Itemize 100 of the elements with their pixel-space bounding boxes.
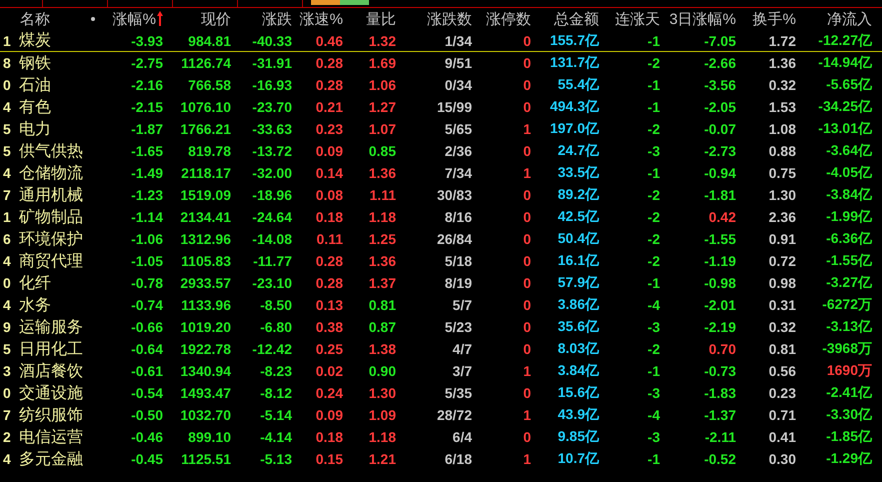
table-cell-text: -24.64 (251, 209, 292, 225)
table-cell-text: -12.42 (251, 341, 292, 357)
table-cell-text: 运输服务 (18, 318, 84, 338)
column-header[interactable]: 3日涨幅% (669, 10, 736, 28)
table-cell-text: -3968万 (821, 340, 872, 358)
table-cell-text: 50.4亿 (556, 230, 599, 248)
table-cell-text: 0.85 (368, 143, 396, 159)
table-cell-text: 1019.20 (179, 319, 231, 335)
table-cell-text: 494.3亿 (548, 98, 599, 116)
table-cell-text: -5.65亿 (825, 76, 872, 94)
table-cell-text: -0.07 (703, 121, 736, 137)
table-cell-text: 30/83 (436, 187, 472, 203)
table-cell-text: -11.77 (252, 253, 292, 269)
table-cell-text: 2933.57 (179, 275, 231, 291)
table-cell-text: -3.93 (130, 32, 163, 48)
table-cell-text: 供气供热 (18, 142, 84, 162)
table-cell-text: 0 (522, 32, 531, 48)
table-cell-text: -3.30亿 (825, 406, 872, 424)
column-header[interactable]: 现价 (201, 10, 231, 28)
table-cell-text: 0.09 (314, 143, 343, 159)
table-cell-text: -2.15 (130, 99, 163, 115)
table-cell-text: 131.7亿 (548, 54, 599, 72)
table-cell-text: 通用机械 (18, 186, 84, 206)
column-header[interactable]: 净流入 (827, 10, 872, 28)
table-cell-text: 0.18 (314, 209, 343, 225)
code-digit: 4 (2, 253, 12, 269)
table-cell-text: 0.02 (314, 363, 343, 379)
table-cell-text: 155.7亿 (548, 32, 599, 50)
table-cell-text: 1.32 (368, 32, 396, 48)
table-cell-text: 2118.17 (180, 165, 231, 181)
table-cell-text: 5/35 (444, 385, 472, 401)
table-cell-text: -23.10 (251, 275, 292, 291)
table-cell-text: -18.96 (251, 187, 292, 203)
table-cell-text: 0.46 (314, 32, 343, 48)
table-cell-text: 3.84亿 (556, 362, 599, 380)
table-cell-text: -1 (646, 451, 660, 467)
column-header[interactable]: 涨速% (300, 10, 343, 28)
table-cell-text: 0.09 (314, 407, 343, 423)
table-cell-text: 1.09 (368, 407, 396, 423)
table-cell-text: 1766.21 (179, 121, 231, 137)
table-cell-text: 0.30 (768, 451, 796, 467)
column-header[interactable]: 总金额 (554, 10, 599, 28)
table-cell-text: 0.87 (368, 319, 396, 335)
table-cell-text: -1.81 (703, 187, 736, 203)
table-cell-text: 日用化工 (18, 340, 84, 360)
table-cell-text: 1.30 (368, 385, 396, 401)
table-cell-text: -16.93 (251, 77, 292, 93)
table-cell-text: -0.61 (130, 363, 163, 379)
indicator-bar (311, 0, 369, 7)
table-cell-text: 8.03亿 (556, 340, 599, 358)
table-cell-text: 1 (522, 363, 531, 379)
table-cell-text: 1 (522, 407, 531, 423)
table-cell-text: 43.9亿 (556, 406, 599, 424)
table-cell-text: -4.05亿 (825, 164, 872, 182)
table-cell-text: 1133.96 (180, 297, 231, 313)
table-cell-text: 0.28 (314, 55, 343, 71)
table-cell-text: 1 (522, 451, 531, 467)
code-digit: 8 (2, 55, 12, 71)
table-cell-text: 26/84 (436, 231, 472, 247)
table-cell-text: -1 (646, 363, 660, 379)
code-digit: 3 (2, 363, 12, 379)
table-cell-text: -8.50 (259, 297, 292, 313)
table-cell-text: -1 (646, 165, 660, 181)
table-cell-text: 0/34 (444, 77, 472, 93)
table-cell-text: 0.25 (314, 341, 343, 357)
table-cell-text: -2.73 (703, 143, 736, 159)
table-cell-text: 9/51 (444, 55, 472, 71)
table-cell-text: 0.08 (314, 187, 343, 203)
table-cell-text: 2/36 (444, 143, 472, 159)
table-cell-text: 0.81 (768, 341, 796, 357)
column-header[interactable]: 量比 (366, 10, 396, 28)
column-header[interactable]: 涨跌 (262, 10, 292, 28)
column-header[interactable]: 连涨天 (615, 10, 660, 28)
table-cell-text: 1.36 (768, 55, 796, 71)
selected-row[interactable]: 1 煤炭 -3.93 984.81 -40.33 0.46 1.32 1/34 0 155.7亿 -1 -7.05 1.72 -12.27亿 (0, 30, 882, 52)
table-cell-text: 16.1亿 (556, 252, 599, 270)
table-cell-text: 0.75 (768, 165, 796, 181)
table-cell-text: 984.81 (187, 32, 231, 48)
table-cell-text: 42.5亿 (556, 208, 599, 226)
table-cell-text: 0.42 (708, 209, 736, 225)
table-cell-text: 9.85亿 (556, 428, 599, 446)
table-cell-text: 0 (522, 231, 531, 247)
column-header[interactable]: 涨幅% (112, 10, 163, 28)
table-cell-text: 197.0亿 (548, 120, 599, 138)
column-header[interactable]: 涨停数 (486, 10, 531, 28)
code-digit: 9 (2, 319, 12, 335)
table-cell-text: 1105.83 (180, 253, 231, 269)
column-header[interactable]: 换手% (752, 10, 796, 28)
table-cell-text: 酒店餐饮 (18, 362, 84, 382)
table-cell-text: 35.6亿 (556, 318, 599, 336)
table-cell-text: -2 (646, 187, 660, 203)
code-digit: 0 (2, 275, 12, 291)
table-cell-text: 0.21 (314, 99, 343, 115)
code-digit: 5 (2, 121, 12, 137)
column-header[interactable]: 名称 (20, 10, 50, 28)
table-cell-text: -0.73 (703, 363, 736, 379)
column-header[interactable]: 涨跌数 (427, 10, 472, 28)
code-digit: 7 (2, 187, 12, 203)
table-cell-text: 0.70 (708, 341, 736, 357)
code-digit: 0 (2, 385, 12, 401)
